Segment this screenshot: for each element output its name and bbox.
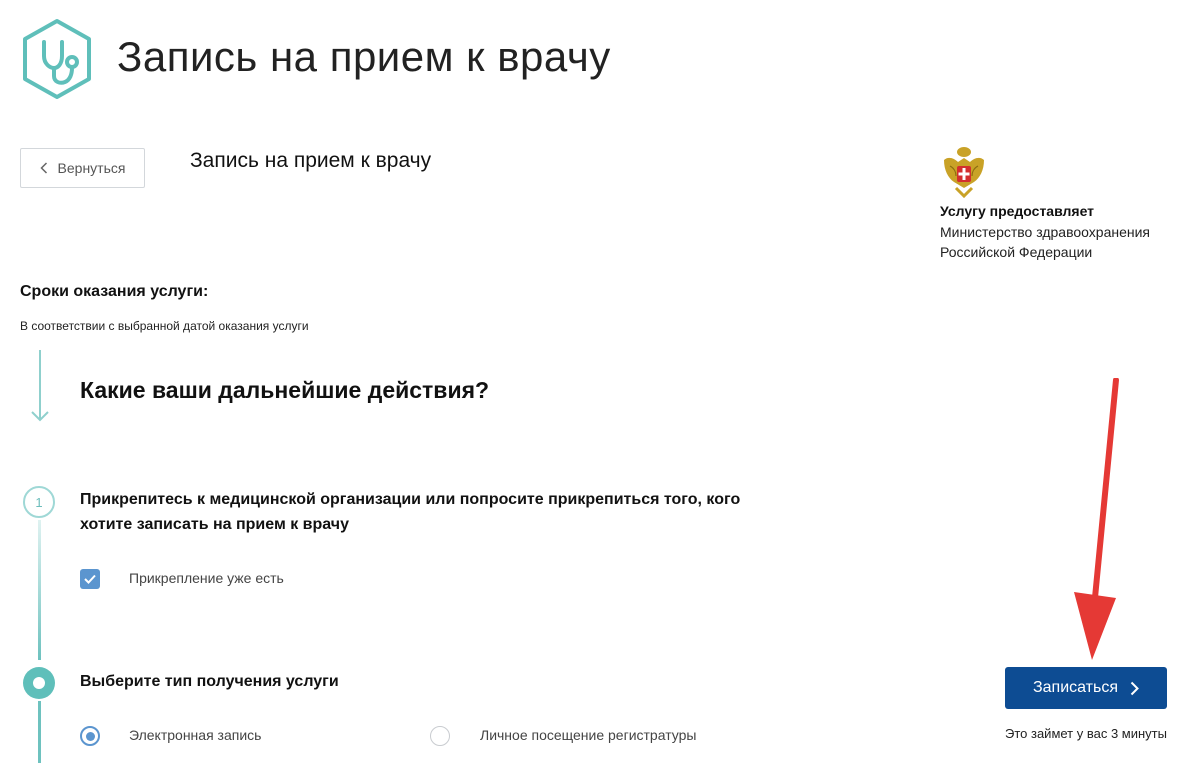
radio-personal-visit[interactable] — [430, 726, 450, 746]
timing-heading: Сроки оказания услуги: — [20, 283, 209, 300]
arrow-down-icon — [31, 350, 49, 422]
provider-name-line-1: Министерство здравоохранения — [940, 224, 1150, 240]
coat-of-arms-icon — [944, 147, 984, 198]
checkmark-icon — [84, 574, 96, 584]
submit-button-label: Записаться — [1032, 679, 1119, 696]
provider-name-line-2: Российской Федерации — [940, 244, 1093, 260]
chevron-left-icon — [39, 162, 47, 174]
timing-text: В соответствии с выбранной датой оказани… — [20, 319, 309, 333]
stethoscope-icon — [23, 19, 91, 99]
chevron-right-icon — [1130, 681, 1139, 695]
attachment-checkbox[interactable] — [80, 569, 100, 589]
actions-heading: Какие ваши дальнейшие действия? — [80, 377, 490, 403]
provider-label: Услугу предоставляет — [940, 203, 1095, 219]
radio-electronic-booking[interactable] — [80, 726, 100, 746]
page: Запись на прием к врачу Вернуться Запись… — [0, 0, 1188, 763]
step-2-indicator — [23, 667, 55, 699]
step-2-dot — [33, 677, 45, 689]
back-button-label: Вернуться — [57, 160, 126, 176]
attachment-checkbox-label[interactable]: Прикрепление уже есть — [129, 570, 284, 586]
provider-name: Министерство здравоохранения Российской … — [940, 222, 1150, 262]
red-arrow-icon — [1074, 378, 1119, 660]
step-1-number: 1 — [35, 494, 43, 510]
step-1-text: Прикрепитесь к медицинской организации и… — [80, 491, 741, 533]
duration-note: Это займет у вас 3 минуты — [1005, 726, 1167, 741]
radio-electronic-booking-label[interactable]: Электронная запись — [129, 727, 261, 743]
app-title: Запись на прием к врачу — [117, 33, 611, 80]
timeline-line — [38, 701, 41, 763]
service-title: Запись на прием к врачу — [190, 149, 432, 172]
radio-personal-visit-label[interactable]: Личное посещение регистратуры — [480, 727, 696, 743]
submit-button[interactable]: Записаться — [1005, 667, 1167, 709]
radio-dot — [85, 731, 95, 741]
back-button[interactable]: Вернуться — [20, 148, 145, 188]
timeline-line — [38, 520, 41, 660]
step-1-indicator: 1 — [23, 486, 55, 518]
step-2-text: Выберите тип получения услуги — [80, 673, 339, 690]
